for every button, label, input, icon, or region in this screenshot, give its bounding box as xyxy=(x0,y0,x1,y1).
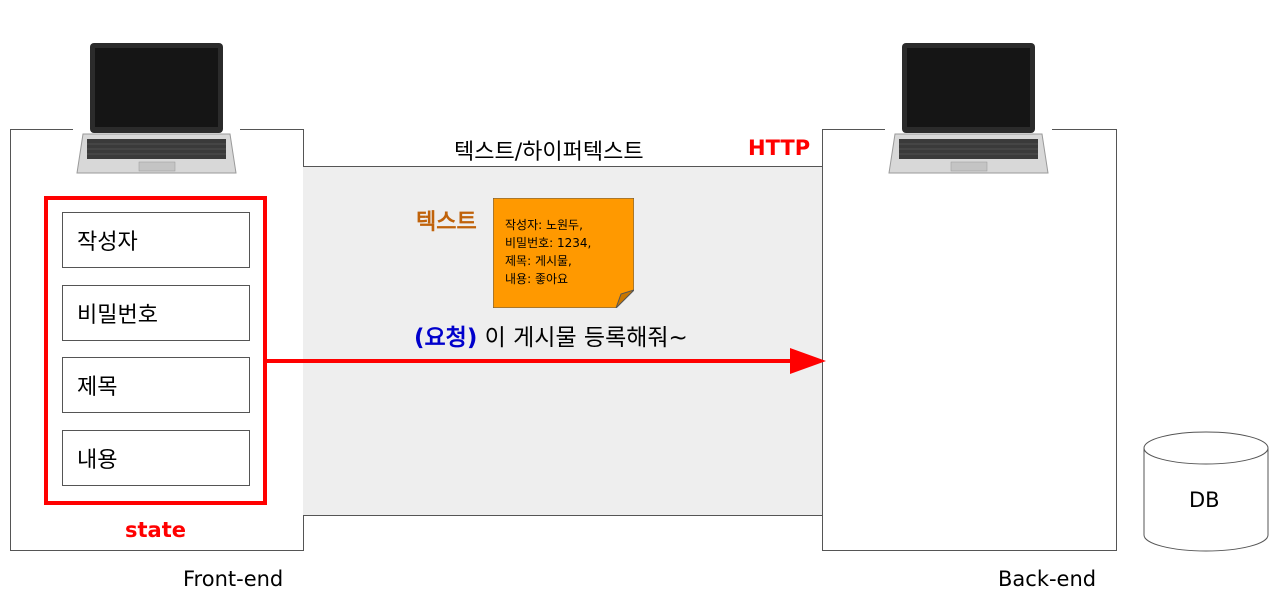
protocol-label: HTTP xyxy=(748,136,811,160)
backend-panel xyxy=(822,129,1117,551)
arrow-right-icon xyxy=(264,348,826,374)
note-line: 작성자: 노원두, xyxy=(505,218,583,232)
frontend-label: Front-end xyxy=(183,567,284,591)
note-line: 내용: 좋아요 xyxy=(505,272,569,286)
laptop-icon xyxy=(885,40,1052,176)
backend-label: Back-end xyxy=(998,567,1097,591)
laptop-icon xyxy=(73,40,240,176)
note-text: 작성자: 노원두, 비밀번호: 1234, 제목: 게시물, 내용: 좋아요 xyxy=(505,216,591,288)
text-label: 텍스트 xyxy=(416,210,477,235)
note-line: 제목: 게시물, xyxy=(505,254,572,268)
note-line: 비밀번호: 1234, xyxy=(505,236,592,250)
state-highlight xyxy=(44,196,267,505)
state-label: state xyxy=(125,518,186,542)
db-label: DB xyxy=(1189,488,1220,512)
channel-title: 텍스트/하이퍼텍스트 xyxy=(454,140,644,165)
